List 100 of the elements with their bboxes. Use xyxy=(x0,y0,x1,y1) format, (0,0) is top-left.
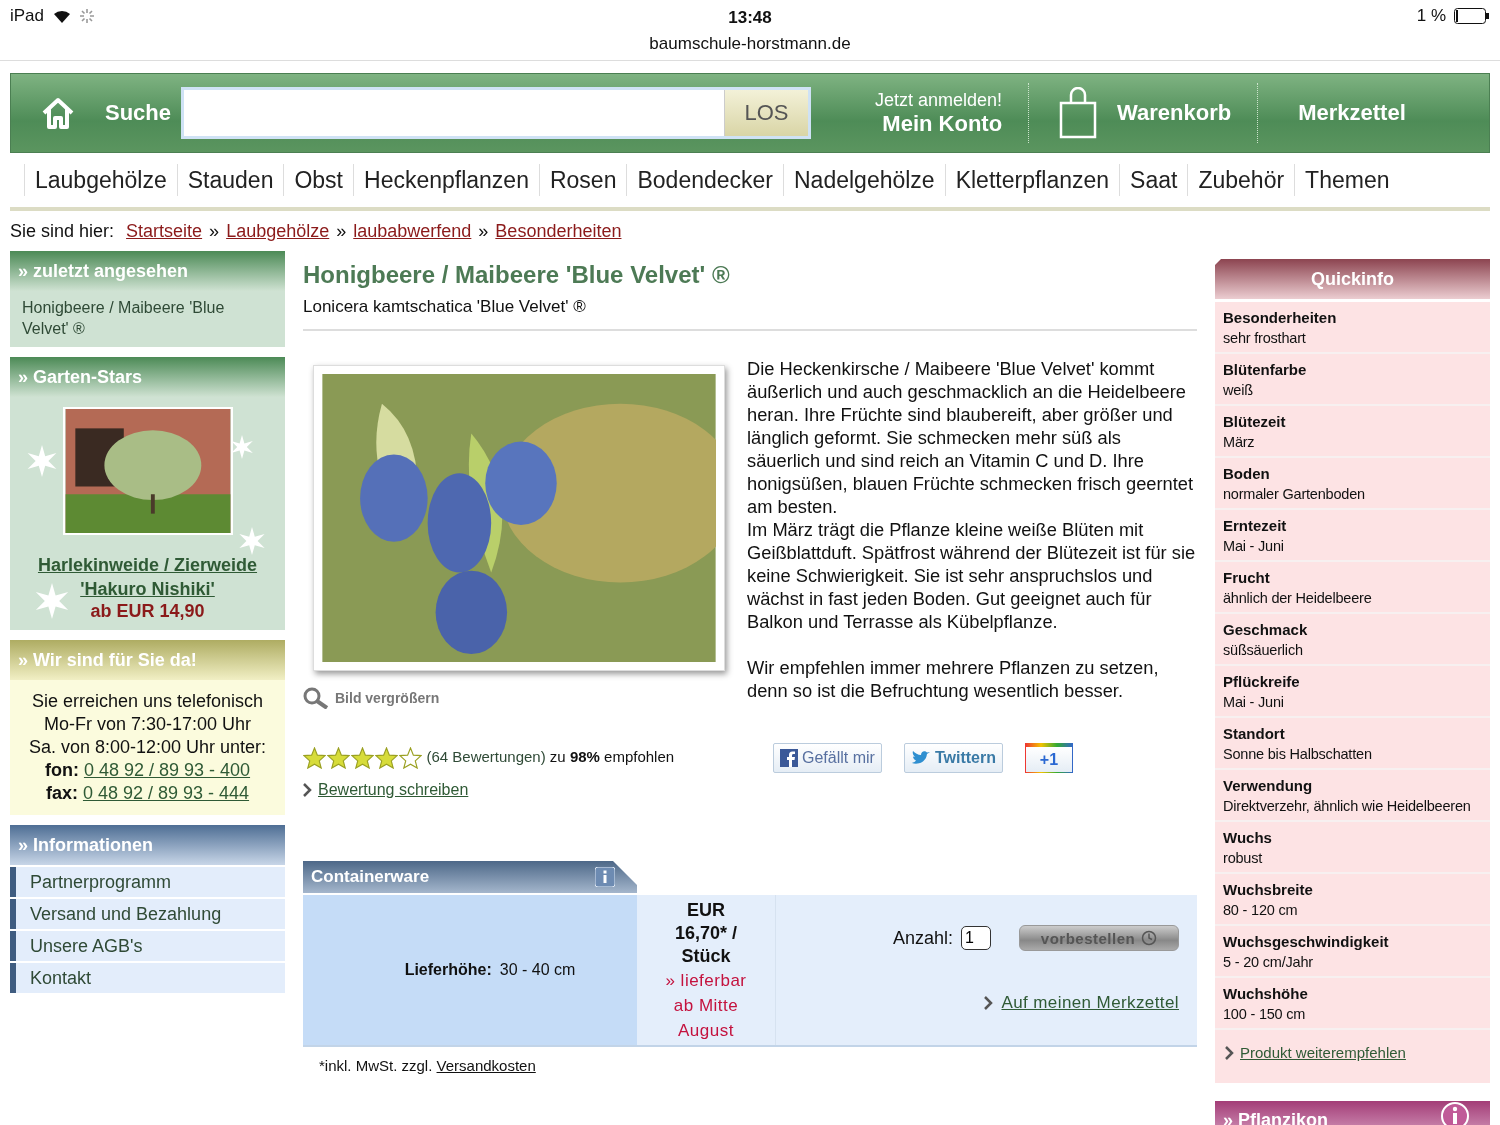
footnote-text: *inkl. MwSt. zzgl. xyxy=(319,1057,433,1074)
login-hint: Jetzt anmelden! xyxy=(875,89,1003,111)
product-title: Honigbeere / Maibeere 'Blue Velvet' ® xyxy=(303,261,731,289)
info-label: Wuchs xyxy=(1223,828,1273,848)
rating-text: (64 Bewertungen) zu 98% empfohlen xyxy=(426,748,675,766)
info-value: 5 - 20 cm/Jahr xyxy=(1223,953,1314,972)
info-label: Pflückreife xyxy=(1223,672,1301,692)
delivery-height-label: Lieferhöhe: xyxy=(404,961,492,979)
wishlist-link[interactable]: Auf meinen Merkzettel xyxy=(1001,993,1179,1013)
product-description: Die Heckenkirsche / Maibeere 'Blue Velvet' kommt äußerlich und auch geschmacklich an die Heidelbeere heran. Ihre Früchte sind blaubereift, aber größer und länglich geformt. Sie schmecken mehr süß als säuerlich und sind reich an Vitamin C und D. Ihre honigsüßen, blauen Früchte schmecken frisch geerntet am besten. Im März trägt die Pflanze kleine weiße Blüten mit Geißblattduft. Spätfrost während der Blütezeit ist für sie keine Schwierigkeit. Sie ist sehr anspruchslos und wächst in fast jeden Boden. Gut geeignet auch für Balkon und Terrasse als Kübelpflanze. Wir empfehlen immer mehrere Pflanzen zu setzen, denn so ist die Befruchtung wesentlich besser. xyxy=(747,357,1197,703)
product-link[interactable]: Harlekinweide / Zierweide 'Hakuro Nishiki' xyxy=(10,553,285,601)
wishlist-link[interactable]: Merkzettel xyxy=(1298,100,1406,126)
category-link[interactable]: Rosen xyxy=(538,164,627,196)
category-link[interactable]: Heckenpflanzen xyxy=(353,164,539,196)
info-icon[interactable] xyxy=(595,867,615,887)
search-label: Suche xyxy=(105,100,172,126)
info-label: Wuchsbreite xyxy=(1223,880,1314,900)
info-label: Boden xyxy=(1223,464,1271,484)
chevron-icon xyxy=(984,996,994,1010)
info-value: Mai - Juni xyxy=(1223,693,1285,712)
write-review-link[interactable]: Bewertung schreiben xyxy=(318,781,469,799)
breadcrumb-separator: » xyxy=(336,220,347,242)
phone-label: fon: xyxy=(44,760,79,780)
panel-header: Quickinfo xyxy=(1215,259,1490,299)
category-link[interactable]: Saat xyxy=(1119,164,1188,196)
breadcrumb-link[interactable]: Besonderheiten xyxy=(495,220,622,242)
facebook-icon xyxy=(780,749,798,767)
product-price: ab EUR 14,90 xyxy=(90,601,205,622)
info-value: robust xyxy=(1223,849,1264,868)
chevron-icon xyxy=(303,783,312,797)
phone-link[interactable]: 0 48 92 / 89 93 - 400 xyxy=(83,760,251,780)
info-link[interactable]: Kontakt xyxy=(10,963,285,993)
enlarge-image-link[interactable]: Bild vergrößern xyxy=(303,687,717,709)
phone-link[interactable]: 0 48 92 / 89 93 - 444 xyxy=(82,783,250,803)
shopping-bag-icon[interactable] xyxy=(1059,87,1098,139)
shipping-link[interactable]: Versandkosten xyxy=(436,1057,536,1074)
device-name: iPad xyxy=(10,6,45,26)
bird-icon xyxy=(910,750,931,766)
info-value: normaler Gartenboden xyxy=(1223,485,1366,504)
battery-text: 1 % xyxy=(1416,6,1446,26)
cart-link[interactable]: Warenkorb xyxy=(1117,100,1232,126)
info-link[interactable]: Partnerprogramm xyxy=(10,867,285,897)
contact-text: Sie erreichen uns telefonisch xyxy=(30,690,265,713)
filled-star-icon xyxy=(303,747,326,769)
clock: 13:48 xyxy=(728,7,772,29)
breadcrumb-link[interactable]: Laubgehölze xyxy=(226,220,330,242)
info-value: süßsäuerlich xyxy=(1223,641,1304,660)
recommend-link[interactable]: Produkt weiterempfehlen xyxy=(1240,1044,1406,1061)
info-link[interactable]: Versand und Bezahlung xyxy=(10,899,285,929)
info-value: März xyxy=(1223,433,1256,452)
info-value: 100 - 150 cm xyxy=(1223,1005,1307,1024)
filled-star-icon xyxy=(351,747,374,769)
info-label: Frucht xyxy=(1223,568,1271,588)
info-label: Erntezeit xyxy=(1223,516,1288,536)
category-link[interactable]: Laubgehölze xyxy=(24,164,177,196)
info-value: weiß xyxy=(1223,381,1254,400)
info-label: Wuchshöhe xyxy=(1223,984,1309,1004)
quantity-field[interactable]: 1 xyxy=(961,926,991,950)
breadcrumb-link[interactable]: Startseite xyxy=(126,220,203,242)
box-header: » Garten-Stars xyxy=(10,357,285,397)
tweet-button[interactable]: Twittern xyxy=(903,743,1003,773)
plus-one-button[interactable]: +1 xyxy=(1024,743,1073,773)
like-button[interactable]: Gefällt mir xyxy=(773,743,882,773)
info-link[interactable]: Unsere AGB's xyxy=(10,931,285,961)
info-value: ähnlich der Heidelbeere xyxy=(1223,589,1373,608)
box-header: » Wir sind für Sie da! xyxy=(10,640,285,680)
category-link[interactable]: Nadelgehölze xyxy=(783,164,945,196)
clock-icon xyxy=(1141,930,1158,946)
search-button[interactable]: LOS xyxy=(724,90,809,136)
filled-star-icon xyxy=(375,747,398,769)
availability-text: » lieferbar ab Mitte August xyxy=(664,970,748,1042)
phone-label: fax: xyxy=(45,783,78,803)
info-label: Besonderheiten xyxy=(1223,308,1338,328)
category-link[interactable]: Stauden xyxy=(176,164,284,196)
breadcrumb-separator: » xyxy=(209,220,220,242)
info-label: Standort xyxy=(1223,724,1286,744)
search-field[interactable]: LOS xyxy=(181,87,812,139)
breadcrumb-link[interactable]: laubabwerfend xyxy=(353,220,472,242)
sparkle-icon xyxy=(26,445,58,477)
sparkle-icon xyxy=(34,583,70,619)
home-icon[interactable] xyxy=(41,97,75,129)
category-link[interactable]: Kletterpflanzen xyxy=(944,164,1120,196)
info-label: Verwendung xyxy=(1223,776,1314,796)
contact-text: Sa. von 8:00-12:00 Uhr unter: xyxy=(27,736,268,759)
category-link[interactable]: Bodendecker xyxy=(626,164,783,196)
category-link[interactable]: Obst xyxy=(283,164,353,196)
info-value: Mai - Juni xyxy=(1223,537,1285,556)
account-link[interactable]: Mein Konto xyxy=(882,110,1003,137)
price: EUR 16,70* / Stück xyxy=(673,899,739,968)
info-value: Direktverzehr, ähnlich wie Heidelbeeren xyxy=(1223,797,1472,816)
box-header: » Informationen xyxy=(10,825,285,865)
recent-product-link[interactable]: Honigbeere / Maibeere 'Blue Velvet' ® xyxy=(10,291,285,347)
category-link[interactable]: Zubehör xyxy=(1187,164,1295,196)
breadcrumb-separator: » xyxy=(478,220,489,242)
category-link[interactable]: Themen xyxy=(1294,164,1400,196)
contact-text: Mo-Fr von 7:30-17:00 Uhr xyxy=(42,713,253,736)
wifi-icon xyxy=(52,8,73,24)
delivery-height: 30 - 40 cm xyxy=(499,961,576,979)
sparkle-icon xyxy=(238,527,266,555)
info-value: sehr frosthart xyxy=(1223,329,1307,348)
